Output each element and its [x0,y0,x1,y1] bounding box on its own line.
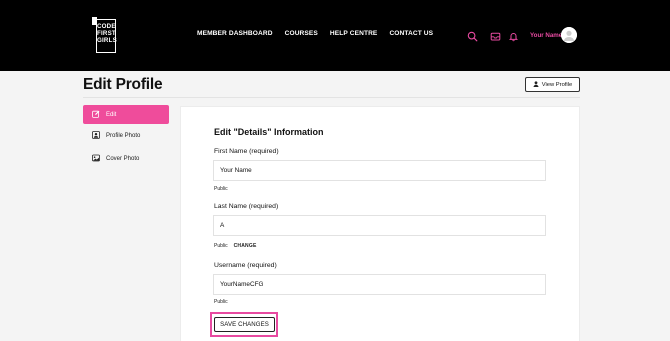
logo-text-line: GIRLS [97,37,117,44]
sidebar-item-cover-photo[interactable]: Cover Photo [83,149,169,168]
first-name-visibility: Public [214,186,228,192]
form-title: Edit "Details" Information [214,127,324,137]
bell-icon[interactable] [508,29,519,42]
logo-text-line: CODE [97,23,116,30]
username-label: Username (required) [214,262,277,269]
last-name-field[interactable]: A [213,215,546,236]
sidebar-item-label: Edit [106,111,117,118]
edit-icon [92,110,100,120]
sidebar-item-label: Cover Photo [106,155,140,162]
username-value: YourNameCFG [220,281,264,288]
nav-courses[interactable]: COURSES [285,30,318,37]
sidebar-item-edit[interactable]: Edit [83,105,169,124]
sidebar-item-label: Profile Photo [106,132,141,139]
search-icon[interactable] [467,29,478,42]
page-title: Edit Profile [83,76,163,93]
visibility-text: Public [214,243,228,249]
first-name-field[interactable]: Your Name [213,160,546,181]
last-name-value: A [220,222,225,229]
title-divider [83,97,580,98]
nav-help-centre[interactable]: HELP CENTRE [330,30,378,37]
nav-member-dashboard[interactable]: MEMBER DASHBOARD [197,30,273,37]
nav-contact-us[interactable]: CONTACT US [389,30,433,37]
user-name-link[interactable]: Your Name [530,32,562,39]
logo-text-line: FIRST [97,30,116,37]
site-header: CODE FIRST GIRLS MEMBER DASHBOARD COURSE… [0,0,670,71]
username-field[interactable]: YourNameCFG [213,274,546,295]
first-name-label: First Name (required) [214,148,279,155]
profile-photo-icon [92,130,100,141]
inbox-icon[interactable] [490,29,501,41]
visibility-text: Public [214,186,228,192]
logo-box: CODE FIRST GIRLS [96,19,117,53]
last-name-visibility: Public CHANGE [214,243,257,249]
avatar[interactable] [561,27,577,43]
last-name-label: Last Name (required) [214,203,279,210]
view-profile-button[interactable]: View Profile [525,77,580,92]
view-profile-label: View Profile [541,81,573,88]
change-visibility-link[interactable]: CHANGE [234,243,257,249]
cover-photo-icon [92,154,100,164]
sidebar-item-profile-photo[interactable]: Profile Photo [83,126,169,145]
visibility-text: Public [214,299,228,305]
code-first-girls-logo[interactable]: CODE FIRST GIRLS [92,17,117,53]
save-changes-button[interactable]: SAVE CHANGES [214,317,275,332]
first-name-value: Your Name [220,167,252,174]
username-visibility: Public [214,299,228,305]
main-nav: MEMBER DASHBOARD COURSES HELP CENTRE CON… [197,30,433,37]
user-icon [533,80,539,89]
